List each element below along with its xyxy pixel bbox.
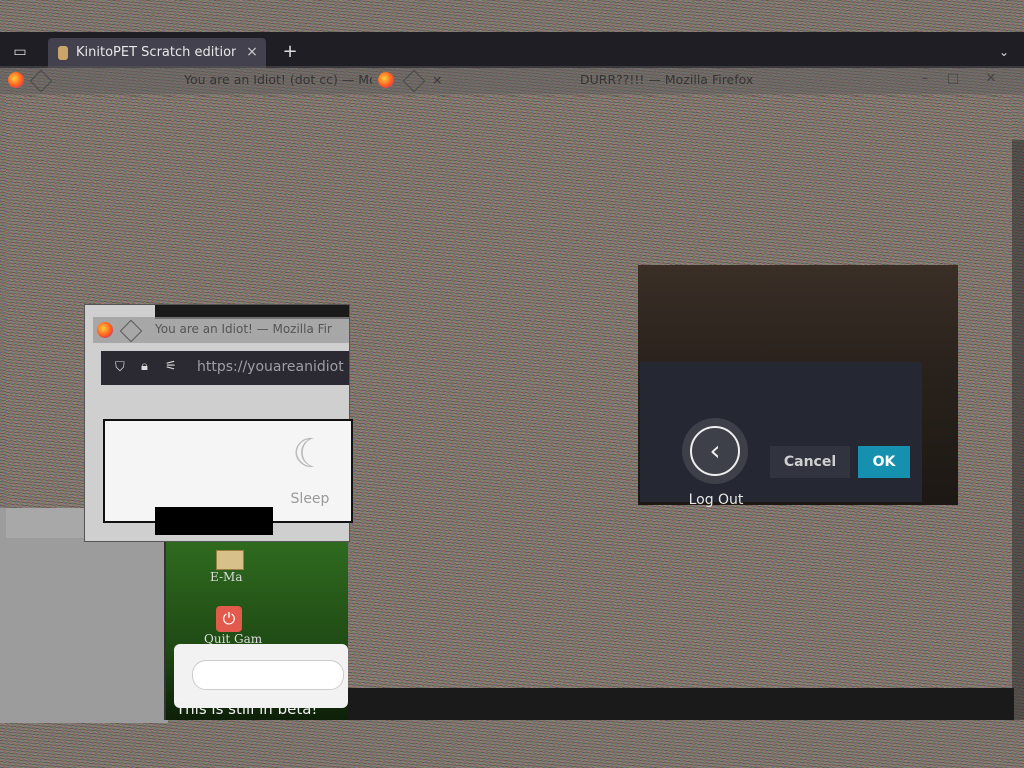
maximize-icon[interactable]: □ <box>944 70 962 88</box>
browser-tab[interactable]: KinitoPET Scratch edition × <box>48 38 266 68</box>
keep-above-icon[interactable] <box>29 69 53 93</box>
logout-dialog: ‹ Log Out Cancel OK <box>640 362 922 508</box>
back-arrow-icon: ‹ <box>690 426 740 476</box>
new-tab-button[interactable]: + <box>280 42 300 62</box>
firefox-icon <box>378 72 394 88</box>
cancel-button[interactable]: Cancel <box>770 446 850 478</box>
window-bottom-bar <box>348 688 1014 720</box>
tab-close-icon[interactable]: × <box>432 72 444 87</box>
minimize-icon[interactable]: – <box>916 70 934 88</box>
lock-icon[interactable]: 🔒︎ <box>141 359 155 375</box>
close-icon[interactable]: ✕ <box>982 70 1000 88</box>
chat-box <box>174 644 348 708</box>
tab-list-icon[interactable]: ▭ <box>10 42 30 62</box>
url-text[interactable]: https://youareanidiot <box>197 359 347 377</box>
tab-favicon-icon <box>58 46 68 60</box>
beta-notice: This is still in beta! <box>176 700 318 718</box>
sleep-label: Sleep <box>290 491 330 507</box>
email-icon[interactable] <box>216 550 244 570</box>
window-titlebar[interactable]: You are an Idiot! (dot cc) — Mo <box>0 66 372 94</box>
shield-icon[interactable]: ⛉ <box>115 360 129 376</box>
moon-sleep-icon[interactable]: ☾ <box>285 429 335 479</box>
keep-above-icon[interactable] <box>119 319 143 343</box>
tab-close-icon[interactable]: × <box>244 44 260 62</box>
black-bar <box>155 507 273 535</box>
tab-title: KinitoPET Scratch edition <box>76 45 236 60</box>
firefox-icon <box>97 322 113 338</box>
keep-above-icon[interactable] <box>402 69 426 93</box>
chat-input[interactable] <box>192 660 344 690</box>
list-all-tabs-button[interactable]: ⌄ <box>994 42 1014 62</box>
logout-label: Log Out <box>688 492 744 508</box>
url-bar[interactable]: ⛉ 🔒︎ ⚟ https://youareanidiot <box>101 351 349 385</box>
power-icon[interactable]: ⏻ <box>216 606 242 632</box>
game-desktop: E-Ma ⏻ Quit Gam This is still in beta! <box>164 540 348 720</box>
window-title: DURR??!!! — Mozilla Firefox <box>580 72 754 87</box>
permissions-icon[interactable]: ⚟ <box>165 359 181 375</box>
window-title: You are an Idiot! — Mozilla Fir <box>155 322 332 336</box>
firefox-icon <box>8 72 24 88</box>
idiot-browser-window: You are an Idiot! — Mozilla Fir ⛉ 🔒︎ ⚟ h… <box>84 304 353 542</box>
window-titlebar[interactable]: × DURR??!!! — Mozilla Firefox – □ ✕ <box>372 66 1024 94</box>
window-titlebar[interactable]: You are an Idiot! — Mozilla Fir <box>93 317 349 343</box>
email-label: E-Ma <box>210 570 243 584</box>
window-title: You are an Idiot! (dot cc) — Mo <box>184 72 372 87</box>
window-edge <box>1012 140 1024 720</box>
logout-button[interactable]: ‹ <box>682 418 748 484</box>
ok-button[interactable]: OK <box>858 446 910 478</box>
